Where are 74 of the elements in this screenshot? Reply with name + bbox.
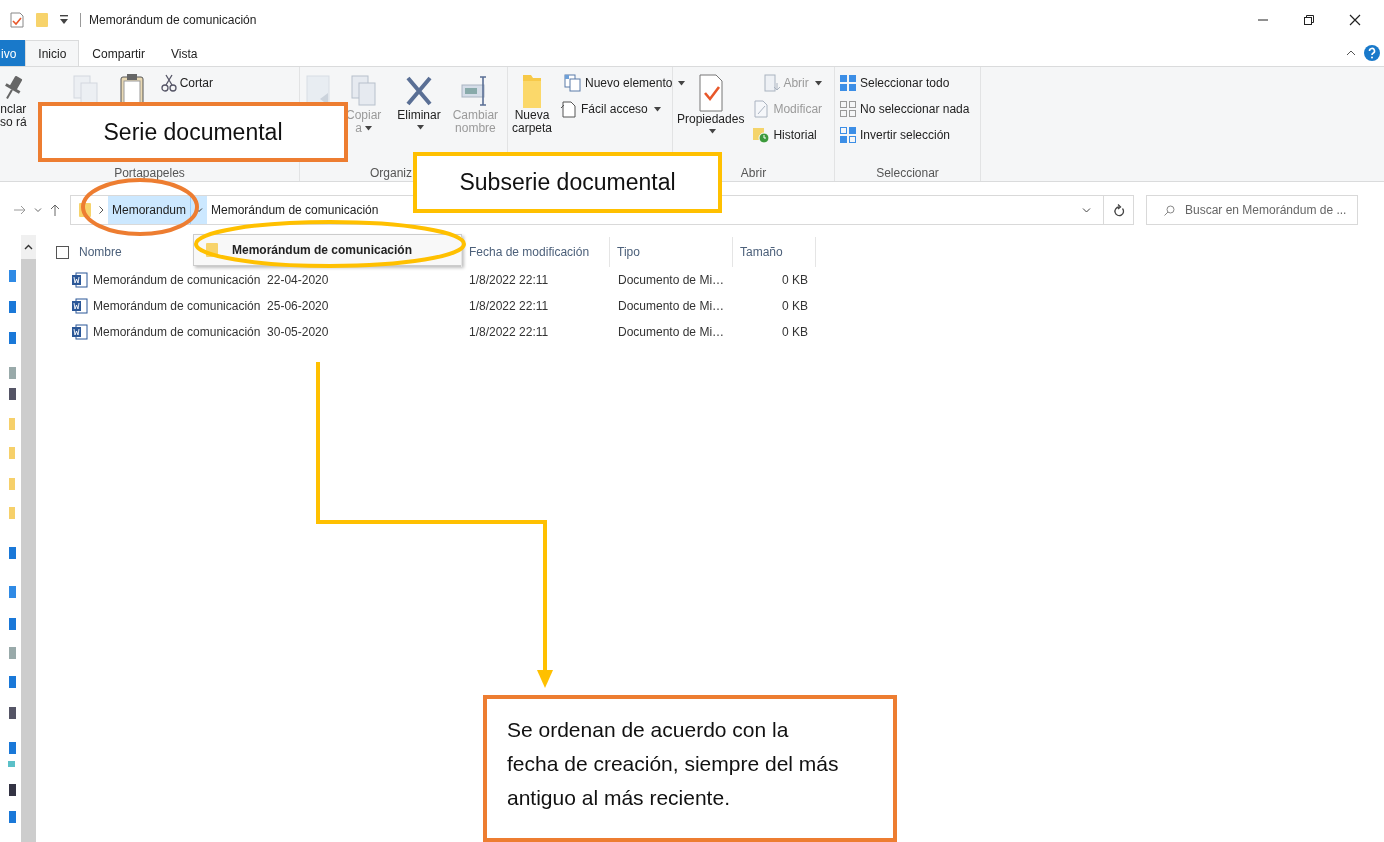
search-icon xyxy=(1164,205,1175,216)
document-icon xyxy=(560,100,579,118)
modified-date: 1/8/2022 22:11 xyxy=(469,325,549,339)
file-size: 0 KB xyxy=(782,273,808,287)
group-label: Seleccionar xyxy=(876,166,939,180)
search-field[interactable]: Buscar en Memorándum de ... xyxy=(1146,195,1358,225)
ribbon-button[interactable]: Eliminar xyxy=(397,73,441,130)
ribbon-tab[interactable]: ivo xyxy=(0,40,26,66)
modified-date: 1/8/2022 22:11 xyxy=(469,299,549,313)
select-none-icon xyxy=(839,100,857,118)
callout-note: Se ordenan de acuerdo con la fecha de creación, siempre del más antiguo al más reciente. xyxy=(483,695,897,842)
forward-icon[interactable] xyxy=(14,205,26,215)
scrollbar[interactable] xyxy=(21,235,36,842)
close-icon[interactable] xyxy=(1349,14,1361,26)
ribbon-button[interactable]: Seleccionar todo xyxy=(839,73,970,93)
modified-date: 1/8/2022 22:11 xyxy=(469,273,549,287)
quick-access-dropdown-icon[interactable] xyxy=(60,15,68,25)
ribbon-button[interactable]: Cortar xyxy=(160,73,214,93)
open-icon xyxy=(762,74,781,92)
group-label: Organiz xyxy=(370,166,413,180)
word-document-icon xyxy=(72,298,88,314)
up-icon[interactable] xyxy=(50,204,60,216)
ribbon-tab[interactable]: Inicio xyxy=(25,40,80,66)
checklist-icon xyxy=(10,12,24,28)
file-size: 0 KB xyxy=(782,325,808,339)
ribbon-button[interactable]: Nueva carpeta xyxy=(512,73,553,135)
file-row[interactable]: Memorándum de comunicación 25-06-2020 1/8/2022 22:11 Documento de Mi… 0 KB xyxy=(48,293,816,319)
restore-icon[interactable] xyxy=(1304,15,1314,25)
folder-icon xyxy=(521,73,543,109)
group-label: Portapapeles xyxy=(114,166,185,180)
edit-icon xyxy=(752,100,771,118)
ribbon-tab[interactable]: Vista xyxy=(158,40,211,66)
invert-selection-icon xyxy=(839,126,857,144)
window-title: Memorándum de comunicación xyxy=(80,13,257,27)
ribbon-button[interactable]: nclar so rá xyxy=(0,73,27,129)
breadcrumb[interactable]: Memorándum de comunicación xyxy=(207,196,383,224)
help-icon[interactable] xyxy=(1364,45,1380,61)
select-all-checkbox[interactable] xyxy=(56,245,69,259)
file-name: Memorándum de comunicación 25-06-2020 xyxy=(93,299,329,313)
column-header[interactable]: Fecha de modificación xyxy=(462,245,590,259)
callout-label: Serie documental xyxy=(38,102,348,162)
file-type: Documento de Mi… xyxy=(618,299,725,313)
chevron-right-icon xyxy=(99,206,104,214)
column-header[interactable]: Tamaño xyxy=(733,245,783,259)
file-size: 0 KB xyxy=(782,299,808,313)
file-row[interactable]: Memorándum de comunicación 22-04-2020 1/8/2022 22:11 Documento de Mi… 0 KB xyxy=(48,267,816,293)
ribbon-button[interactable]: Historial xyxy=(752,125,823,145)
ribbon-button[interactable]: Nuevo elemento xyxy=(564,73,686,93)
scissors-icon xyxy=(160,74,177,92)
chevron-down-icon[interactable] xyxy=(195,207,204,213)
select-all-icon xyxy=(839,74,857,92)
word-document-icon xyxy=(72,324,88,340)
new-item-icon xyxy=(564,74,583,92)
file-row[interactable]: Memorándum de comunicación 30-05-2020 1/8/2022 22:11 Documento de Mi… 0 KB xyxy=(48,319,816,345)
breadcrumb[interactable]: Memorandum xyxy=(108,196,191,224)
file-type: Documento de Mi… xyxy=(618,325,725,339)
file-type: Documento de Mi… xyxy=(618,273,725,287)
file-name: Memorándum de comunicación 22-04-2020 xyxy=(93,273,329,287)
column-header[interactable]: Nombre xyxy=(69,245,122,259)
file-name: Memorándum de comunicación 30-05-2020 xyxy=(93,325,329,339)
history-icon xyxy=(752,126,771,144)
address-history-icon[interactable] xyxy=(1082,207,1091,213)
collapse-ribbon-icon[interactable] xyxy=(1346,50,1356,56)
column-header[interactable]: Tipo xyxy=(610,245,640,259)
scroll-up-icon[interactable] xyxy=(24,244,33,250)
copy-icon xyxy=(348,73,379,109)
folder-icon xyxy=(36,12,48,28)
ribbon-button[interactable]: No seleccionar nada xyxy=(839,99,970,119)
callout-label: Subserie documental xyxy=(413,152,722,213)
ribbon-button[interactable]: Invertir selección xyxy=(839,125,970,145)
ribbon-tab[interactable]: Compartir xyxy=(79,40,159,66)
group-label: Abrir xyxy=(740,166,767,180)
word-document-icon xyxy=(72,272,88,288)
refresh-icon[interactable] xyxy=(1112,203,1125,217)
